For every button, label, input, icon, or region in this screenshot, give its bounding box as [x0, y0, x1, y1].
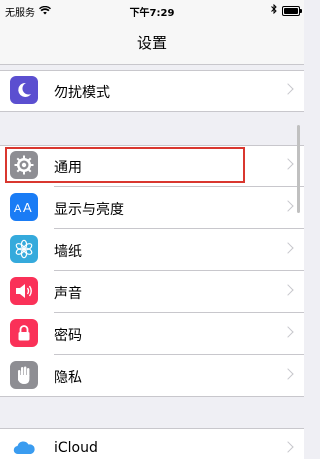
- chevron-right-icon: [282, 200, 294, 212]
- chevron-right-icon: [282, 83, 294, 95]
- page-title: 设置: [136, 34, 167, 52]
- chevron-right-icon: [282, 368, 294, 380]
- highlight-box: [5, 147, 245, 183]
- hand-icon: [10, 361, 38, 389]
- battery-icon: [282, 5, 302, 16]
- text-size-icon: A A: [10, 193, 38, 221]
- settings-item-label: 隐私: [54, 370, 82, 386]
- settings-item-label: 声音: [54, 286, 82, 302]
- settings-group-1: 勿扰模式: [0, 70, 304, 112]
- settings-item-display-brightness[interactable]: A A 显示与亮度: [0, 187, 304, 229]
- svg-text:A: A: [23, 200, 32, 214]
- clock: 下午7:29: [129, 8, 175, 19]
- settings-item-passcode[interactable]: 密码: [0, 313, 304, 355]
- settings-item-label: 显示与亮度: [54, 202, 124, 218]
- speaker-icon: [10, 277, 38, 305]
- chevron-right-icon: [282, 242, 294, 254]
- settings-item-label: 勿扰模式: [54, 85, 110, 101]
- settings-item-privacy[interactable]: 隐私: [0, 355, 304, 397]
- nav-bar: 设置: [0, 22, 304, 65]
- chevron-right-icon: [282, 158, 294, 170]
- cloud-icon: [10, 434, 38, 459]
- settings-item-label: 密码: [54, 328, 82, 344]
- lock-icon: [10, 319, 38, 347]
- moon-icon: [10, 76, 38, 104]
- settings-item-sounds[interactable]: 声音: [0, 271, 304, 313]
- svg-text:A: A: [14, 203, 22, 214]
- settings-item-do-not-disturb[interactable]: 勿扰模式: [0, 70, 304, 112]
- bluetooth-icon: [271, 3, 277, 17]
- flower-icon: [10, 235, 38, 263]
- chevron-right-icon: [282, 441, 294, 453]
- chevron-right-icon: [282, 284, 294, 296]
- settings-item-wallpaper[interactable]: 墙纸: [0, 229, 304, 271]
- settings-item-label: 墙纸: [54, 244, 82, 260]
- chevron-right-icon: [282, 326, 294, 338]
- settings-group-3: iCloud: [0, 428, 304, 459]
- scrollbar[interactable]: [297, 125, 300, 213]
- settings-screen: 无服务 下午7:29 设置 勿扰模式 通用 A A 显示与亮度 墙纸 声音 密码…: [0, 0, 304, 459]
- status-bar: 无服务 下午7:29: [0, 0, 304, 22]
- settings-item-icloud[interactable]: iCloud: [0, 428, 304, 459]
- settings-item-label: iCloud: [54, 440, 98, 456]
